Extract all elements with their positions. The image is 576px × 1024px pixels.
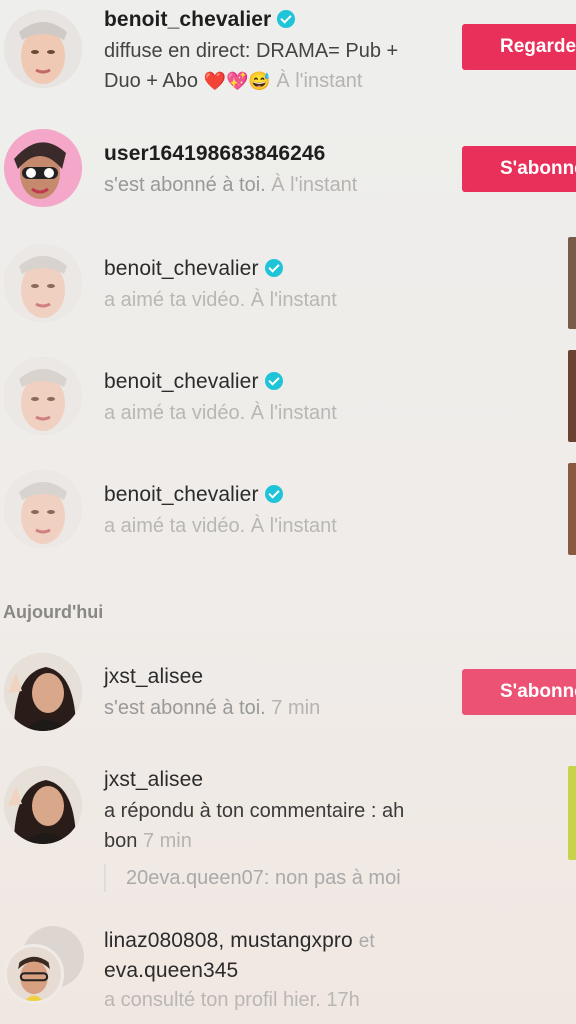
follow-text: s'est abonné à toi.: [104, 174, 266, 196]
like-text: a aimé ta vidéo.: [104, 289, 246, 311]
username-text[interactable]: benoit_chevalier: [104, 483, 259, 506]
follow-button[interactable]: S'abonner: [462, 669, 576, 715]
section-title-today: Aujourd'hui: [3, 602, 104, 622]
follow-button[interactable]: S'abonner: [462, 146, 576, 192]
notification-text: diffuse en direct: DRAMA= Pub + Duo + Ab…: [104, 36, 436, 96]
notification-text: a aimé ta vidéo. À l'instant: [104, 285, 456, 315]
timestamp: À l'instant: [250, 289, 337, 311]
timestamp: À l'instant: [271, 174, 358, 196]
avatar[interactable]: [4, 357, 82, 435]
video-thumbnail[interactable]: [568, 766, 576, 860]
notification-text: a aimé ta vidéo. À l'instant: [104, 511, 456, 541]
notification-like[interactable]: benoit_chevalier a aimé ta vidéo. À l'in…: [0, 235, 576, 340]
notification-profile-views[interactable]: linaz080808, mustangxpro et eva.queen345…: [0, 918, 576, 1024]
video-thumbnail[interactable]: [568, 350, 576, 442]
avatar-face-icon: [4, 10, 82, 88]
avatar[interactable]: [4, 944, 64, 1004]
video-thumbnail[interactable]: [568, 237, 576, 329]
avatar[interactable]: [4, 10, 82, 88]
notification-text: a consulté ton profil hier. 17h: [104, 985, 536, 1015]
quoted-comment[interactable]: 20eva.queen07: non pas à moi: [104, 864, 401, 892]
timestamp: À l'instant: [276, 70, 363, 92]
avatar-face-icon: [4, 357, 82, 435]
username[interactable]: benoit_chevalier: [104, 255, 456, 283]
avatar-face-icon: [4, 244, 82, 322]
avatar-face-icon: [4, 129, 82, 207]
verified-badge-icon: [264, 259, 283, 277]
username[interactable]: jxst_alisee: [104, 663, 456, 691]
follow-text: s'est abonné à toi.: [104, 697, 266, 719]
avatar[interactable]: [4, 244, 82, 322]
verified-badge-icon: [264, 372, 283, 390]
username-2[interactable]: mustangxpro: [230, 929, 353, 952]
avatar[interactable]: [4, 766, 82, 844]
notification-live[interactable]: benoit_chevalier diffuse en direct: DRAM…: [0, 0, 576, 110]
watch-button[interactable]: Regarder: [462, 24, 576, 70]
notification-follow[interactable]: user164198683846246 s'est abonné à toi. …: [0, 120, 576, 220]
reply-text-line2: bon: [104, 830, 138, 852]
conjunction: et: [358, 931, 375, 952]
avatar-face-icon: [4, 766, 82, 844]
timestamp: 7 min: [142, 830, 192, 852]
separator: ,: [218, 929, 225, 952]
like-text: a aimé ta vidéo.: [104, 402, 246, 424]
notification-text: a répondu à ton commentaire : ah bon 7 m…: [104, 796, 476, 856]
avatar-face-icon: [4, 653, 82, 731]
like-text: a aimé ta vidéo.: [104, 515, 246, 537]
username-3[interactable]: eva.queen345: [104, 959, 238, 982]
reply-text-line1: a répondu à ton commentaire : ah: [104, 800, 405, 822]
username[interactable]: benoit_chevalier: [104, 6, 436, 34]
emoji-icons: ❤️💖😅: [203, 71, 271, 91]
username[interactable]: jxst_alisee: [104, 766, 476, 794]
verified-badge-icon: [264, 485, 283, 503]
avatar-face-icon: [7, 947, 61, 1001]
notification-like[interactable]: benoit_chevalier a aimé ta vidéo. À l'in…: [0, 461, 576, 566]
timestamp: À l'instant: [250, 402, 337, 424]
timestamp: 7 min: [271, 697, 321, 719]
notification-like[interactable]: benoit_chevalier a aimé ta vidéo. À l'in…: [0, 348, 576, 453]
notification-follow[interactable]: jxst_alisee s'est abonné à toi. 7 min S'…: [0, 645, 576, 745]
avatar[interactable]: [4, 470, 82, 548]
username[interactable]: benoit_chevalier: [104, 368, 456, 396]
notification-text: a aimé ta vidéo. À l'instant: [104, 398, 456, 428]
notification-reply[interactable]: jxst_alisee a répondu à ton commentaire …: [0, 758, 576, 908]
username[interactable]: benoit_chevalier: [104, 481, 456, 509]
username[interactable]: user164198683846246: [104, 140, 456, 168]
avatar[interactable]: [4, 653, 82, 731]
username-text[interactable]: benoit_chevalier: [104, 257, 259, 280]
username-1[interactable]: linaz080808: [104, 929, 218, 952]
username-text[interactable]: benoit_chevalier: [104, 370, 259, 393]
avatar-face-icon: [4, 470, 82, 548]
notification-text: s'est abonné à toi. À l'instant: [104, 170, 456, 200]
avatar[interactable]: [4, 129, 82, 207]
verified-badge-icon: [277, 10, 296, 28]
timestamp: 17h: [326, 989, 360, 1011]
username-text[interactable]: benoit_chevalier: [104, 8, 271, 31]
video-thumbnail[interactable]: [568, 463, 576, 555]
profile-view-text: a consulté ton profil hier.: [104, 989, 321, 1011]
timestamp: À l'instant: [250, 515, 337, 537]
notification-text: s'est abonné à toi. 7 min: [104, 693, 456, 723]
usernames[interactable]: linaz080808, mustangxpro et eva.queen345: [104, 926, 536, 985]
